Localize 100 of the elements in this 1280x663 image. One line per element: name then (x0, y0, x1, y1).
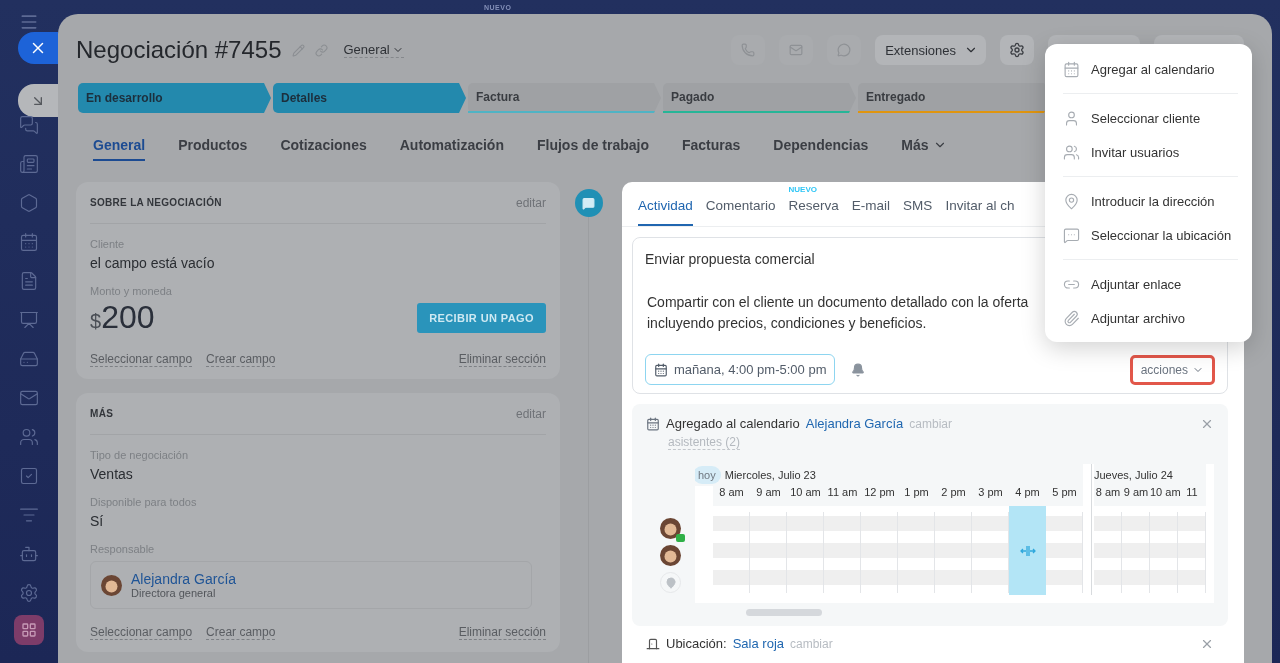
tab[interactable]: General (93, 133, 146, 161)
pencil-icon[interactable] (291, 43, 305, 57)
people-icon (1063, 143, 1080, 161)
tab[interactable]: E-mail (851, 198, 891, 226)
deal-title: Negociación #7455 (76, 36, 282, 64)
actions-button[interactable]: acciones (1129, 354, 1215, 385)
hour-label: 3 pm (977, 486, 1004, 500)
new-label: NUEVO (788, 185, 817, 194)
scrollbar-thumb[interactable] (746, 609, 822, 616)
link-icon[interactable] (314, 43, 328, 57)
person-icon (1063, 109, 1080, 127)
calendar-icon (1063, 60, 1080, 78)
phone-icon[interactable] (741, 43, 756, 57)
hour-label: 8 am (718, 486, 745, 500)
paperclip-icon (1063, 309, 1080, 327)
robot-icon[interactable] (19, 544, 39, 564)
hour-label: 11 (1185, 486, 1199, 500)
minimize-button[interactable] (18, 84, 58, 117)
selected-time-slot[interactable] (1009, 506, 1046, 595)
stage-step[interactable]: En desarrollo (78, 83, 271, 113)
menu-item[interactable]: Seleccionar la ubicación (1063, 218, 1238, 252)
calendar-icon (654, 362, 668, 377)
map-pin-icon (1063, 192, 1080, 210)
menu-item[interactable]: Seleccionar cliente (1063, 101, 1238, 135)
chat-bubble-icon (1063, 226, 1080, 244)
tab[interactable]: Flujos de trabajo (536, 133, 649, 161)
link[interactable]: Crear campo (206, 352, 276, 367)
day-label: Jueves, Julio 24 (1094, 469, 1173, 481)
day-label: Miercoles, Julio 23 (724, 469, 816, 481)
stage-step[interactable]: Pagado (663, 83, 856, 113)
today-badge: hoy (695, 466, 721, 484)
settings-icon[interactable] (1009, 42, 1025, 58)
tab[interactable]: Productos (178, 133, 248, 161)
tab[interactable]: Más (901, 133, 947, 161)
document-icon[interactable] (19, 271, 39, 291)
hour-label: 9 am (1122, 486, 1150, 500)
menu-item[interactable]: Adjuntar archivo (1063, 301, 1238, 335)
activity-title: Enviar propuesta comercial (645, 251, 816, 267)
drive-icon[interactable] (19, 349, 39, 369)
user-name-link[interactable]: Alejandra García (131, 571, 237, 587)
tab[interactable]: SMS (903, 198, 933, 226)
calendar-icon[interactable] (19, 232, 39, 252)
date-field[interactable]: mañana, 4:00 pm-5:00 pm (645, 354, 836, 385)
menu-item[interactable]: Agregar al calendario (1063, 52, 1238, 86)
checkbox-icon[interactable] (19, 466, 39, 486)
amount-value: $200 (90, 299, 155, 336)
tab[interactable]: Invitar al ch (945, 198, 1015, 226)
field-value: el campo está vacío (90, 255, 216, 271)
hour-label: 11 am (826, 486, 859, 500)
menu-item[interactable]: Invitar usuarios (1063, 135, 1238, 169)
chat-icon[interactable] (19, 115, 39, 135)
resize-handle-icon[interactable] (1019, 544, 1036, 557)
app-button[interactable] (14, 615, 44, 645)
tab[interactable]: Automatización (399, 133, 504, 161)
extensions-button[interactable]: Extensiones (875, 35, 986, 65)
tab[interactable]: Actividad (638, 198, 693, 226)
bell-icon[interactable] (851, 362, 866, 377)
hour-label: 2 pm (940, 486, 967, 500)
menu-item[interactable]: Adjuntar enlace (1063, 267, 1238, 301)
stage-step[interactable]: Detalles (273, 83, 466, 113)
location-label: Ubicación: (666, 636, 727, 651)
link[interactable]: Crear campo (206, 625, 276, 640)
menu-icon[interactable] (19, 12, 39, 32)
remove-section-link[interactable]: Eliminar sección (458, 625, 546, 640)
grid-icon[interactable] (21, 622, 37, 638)
tab[interactable]: Comentario (705, 198, 776, 226)
menu-item[interactable]: Introducir la dirección (1063, 184, 1238, 218)
location-link[interactable]: Sala roja (732, 636, 784, 651)
close-button[interactable] (18, 32, 58, 64)
receive-payment-button[interactable]: RECIBIR UN PAGO (417, 302, 546, 333)
remove-section-link[interactable]: Eliminar sección (458, 352, 546, 367)
hour-label: 10 am (1150, 486, 1178, 500)
mail-icon[interactable] (789, 43, 804, 57)
mail-icon[interactable] (19, 388, 39, 408)
edit-link[interactable]: editar (515, 195, 546, 210)
user-link[interactable]: Alejandra García (805, 416, 904, 431)
hour-label: 5 pm (1051, 486, 1078, 500)
presentation-icon[interactable] (19, 310, 39, 330)
entry-title: Agregado al calendario (666, 416, 800, 431)
hour-label: 8 am (1094, 486, 1122, 500)
link[interactable]: Seleccionar campo (90, 625, 193, 640)
category-dropdown[interactable]: General (343, 42, 404, 58)
people-icon[interactable] (19, 427, 39, 447)
comment-icon (582, 196, 595, 210)
link[interactable]: Seleccionar campo (90, 352, 193, 367)
tab[interactable]: Dependencias (773, 133, 869, 161)
stage-step[interactable]: Factura (468, 83, 661, 113)
activity-description: Compartir con el cliente un documento detallado con la oferta incluyendo precios, condiciones y beneficios. (646, 293, 1030, 333)
field-value: Ventas (90, 466, 134, 482)
settings-icon[interactable] (19, 583, 39, 603)
hexagon-icon[interactable] (19, 193, 39, 213)
field-value: Sí (90, 513, 105, 529)
section-title: SOBRE LA NEGOCIACIÓN (90, 197, 222, 208)
edit-link[interactable]: editar (515, 406, 546, 421)
newspaper-icon[interactable] (19, 154, 39, 174)
hour-label: 12 pm (863, 486, 896, 500)
tab[interactable]: Facturas (682, 133, 741, 161)
tab[interactable]: Cotizaciones (280, 133, 367, 161)
settings-button[interactable] (1000, 35, 1034, 65)
hour-label: 1 pm (903, 486, 930, 500)
